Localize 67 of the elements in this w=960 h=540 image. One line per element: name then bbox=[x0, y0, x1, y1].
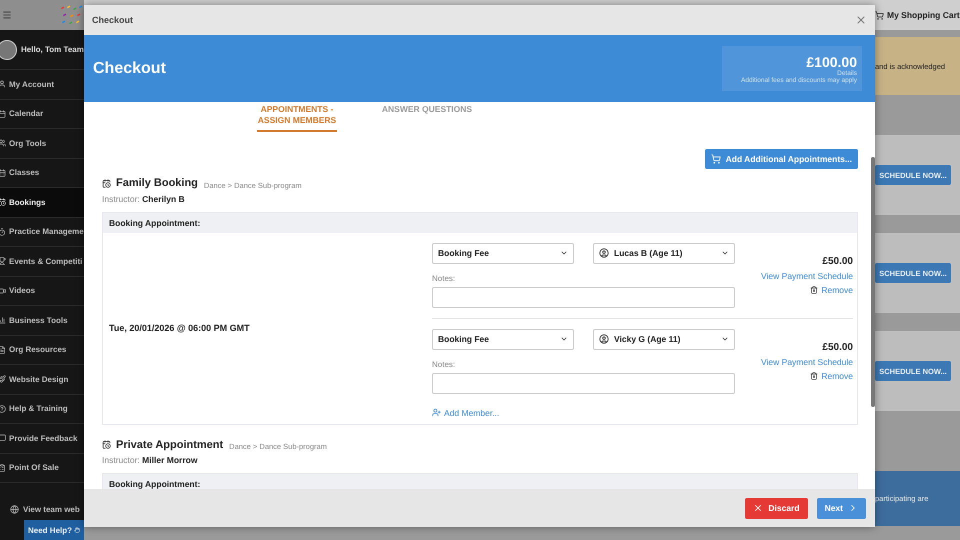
trash-icon bbox=[810, 372, 818, 380]
document-icon bbox=[0, 346, 6, 354]
caret-icon bbox=[560, 335, 568, 343]
add-appointments-button[interactable]: Add Additional Appointments... bbox=[704, 149, 858, 169]
calendar-icon bbox=[0, 168, 6, 177]
close-button[interactable] bbox=[855, 14, 867, 26]
calendar-clock-icon bbox=[102, 440, 111, 449]
instructor-text: Instructor: Cherilyn B bbox=[102, 194, 186, 204]
timer-icon bbox=[0, 228, 6, 236]
payment-schedule-link[interactable]: View Payment Schedule bbox=[761, 270, 853, 280]
globe-icon bbox=[10, 504, 19, 514]
caret-icon bbox=[721, 249, 729, 257]
dialog-title: Checkout bbox=[92, 15, 134, 25]
people-icon bbox=[0, 139, 6, 148]
person-icon bbox=[599, 334, 609, 344]
avatar bbox=[0, 40, 17, 60]
notes-field[interactable] bbox=[432, 286, 735, 308]
calendar-clock-icon bbox=[0, 198, 6, 206]
caret-icon bbox=[560, 249, 568, 257]
member-price: £50.00 bbox=[822, 256, 853, 266]
close-icon bbox=[855, 14, 867, 26]
total-price: £100.00 bbox=[806, 54, 857, 70]
calendar-clock-icon bbox=[102, 178, 111, 188]
remove-link[interactable]: Remove bbox=[810, 284, 853, 294]
appointment-date: Tue, 20/01/2026 @ 06:00 PM GMT bbox=[108, 323, 251, 333]
add-person-icon bbox=[432, 408, 441, 417]
help-icon bbox=[0, 404, 6, 413]
view-website-link[interactable]: View team web bbox=[0, 498, 80, 520]
booking-title: Private Appointment bbox=[102, 438, 224, 450]
hand-icon bbox=[74, 526, 80, 534]
fee-select[interactable]: Booking Fee bbox=[432, 328, 574, 350]
trash-icon bbox=[810, 286, 818, 294]
paintbrush-icon bbox=[0, 375, 6, 384]
person-icon bbox=[599, 248, 609, 258]
booking-title: Family Booking bbox=[102, 177, 198, 189]
caret-icon bbox=[721, 335, 729, 343]
member-select[interactable]: Lucas B (Age 11) bbox=[593, 242, 735, 264]
add-member-link[interactable]: Add Member... bbox=[432, 408, 853, 418]
trophy-icon bbox=[0, 257, 6, 266]
notes-label: Notes: bbox=[432, 360, 456, 368]
member-price: £50.00 bbox=[822, 342, 853, 352]
greeting: Hello, Tom Team bbox=[21, 45, 84, 54]
logo-icon bbox=[58, 4, 84, 26]
sidebar-item[interactable]: Bookings bbox=[0, 188, 84, 218]
need-help-button[interactable]: Need Help? bbox=[24, 520, 84, 540]
appointment-heading: Booking Appointment: bbox=[103, 212, 857, 232]
bar-chart-icon bbox=[0, 316, 6, 324]
video-icon bbox=[0, 286, 6, 295]
person-icon bbox=[0, 80, 6, 88]
shopping-cart-link[interactable]: My Shopping Cart bbox=[875, 10, 960, 20]
clipboard-icon bbox=[0, 464, 6, 472]
appointment-heading: Booking Appointment: bbox=[103, 474, 857, 489]
checkout-heading: Checkout bbox=[93, 60, 166, 78]
fee-select[interactable]: Booking Fee bbox=[432, 242, 574, 264]
scrollbar[interactable] bbox=[871, 157, 875, 407]
discard-button[interactable]: Discard bbox=[745, 498, 808, 518]
cart-icon bbox=[710, 154, 721, 164]
calendar-icon bbox=[0, 110, 6, 118]
notes-label: Notes: bbox=[432, 274, 456, 282]
notes-field[interactable] bbox=[432, 372, 735, 394]
cart-icon bbox=[875, 10, 884, 20]
close-icon bbox=[753, 503, 764, 513]
member-select[interactable]: Vicky G (Age 11) bbox=[593, 328, 735, 350]
remove-link[interactable]: Remove bbox=[810, 370, 853, 380]
payment-schedule-link[interactable]: View Payment Schedule bbox=[761, 356, 853, 366]
instructor-text: Instructor: Miller Morrow bbox=[102, 455, 198, 465]
menu-icon[interactable] bbox=[2, 10, 12, 20]
